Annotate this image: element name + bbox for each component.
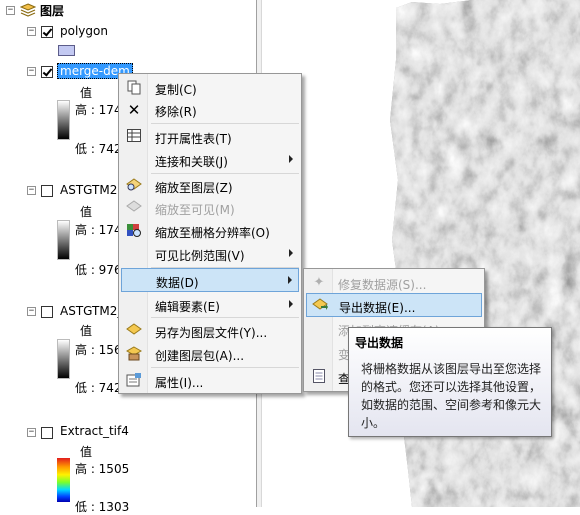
menu-item-remove-label: 移除(R) xyxy=(155,105,197,119)
collapse-astgtm2b-icon[interactable]: − xyxy=(27,307,36,316)
astgtm2-color-ramp xyxy=(57,220,70,260)
astgtm2b-low-label: 低 : 742 xyxy=(75,381,122,395)
submenu-arrow-icon xyxy=(288,276,292,284)
menu-item-visible-scale-range[interactable]: 可见比例范围(V) xyxy=(121,242,299,266)
menu-item-data[interactable]: 数据(D) xyxy=(121,268,299,292)
layer-polygon-name[interactable]: polygon xyxy=(60,24,108,38)
menu-item-zoom-to-visible-label: 缩放至可见(M) xyxy=(155,203,235,217)
menu-item-data-label: 数据(D) xyxy=(156,276,199,290)
menu-item-zoom-to-raster-resolution-label: 缩放至栅格分辨率(O) xyxy=(155,226,270,240)
menu-item-zoom-to-raster-resolution[interactable]: 缩放至栅格分辨率(O) xyxy=(121,219,299,243)
astgtm2b-high-label: 高 : 156 xyxy=(75,343,122,357)
zoom-raster-icon xyxy=(126,223,142,239)
menu-item-zoom-to-layer[interactable]: 缩放至图层(Z) xyxy=(121,174,299,198)
submenu-arrow-icon xyxy=(289,249,293,257)
menu-item-remove[interactable]: ✕ 移除(R) xyxy=(121,98,299,122)
save-layer-icon xyxy=(126,323,142,339)
menu-item-create-layer-package[interactable]: 创建图层包(A)... xyxy=(121,342,299,366)
layer-context-menu: 复制(C) ✕ 移除(R) 打开属性表(T) 连接和关联(J) 缩放至图层(Z)… xyxy=(118,73,302,394)
menu-item-copy[interactable]: 复制(C) xyxy=(121,76,299,100)
layer-polygon-checkbox[interactable] xyxy=(41,26,53,38)
layer-merge-dem-checkbox[interactable] xyxy=(41,66,53,78)
menu-item-zoom-to-layer-label: 缩放至图层(Z) xyxy=(155,181,233,195)
properties-icon xyxy=(126,373,142,389)
submenu-arrow-icon xyxy=(289,155,293,163)
repair-source-icon: ✦ xyxy=(313,275,325,290)
zoom-layer-icon xyxy=(126,178,142,194)
layer-astgtm2b-name[interactable]: ASTGTM2_ xyxy=(60,304,123,318)
layer-astgtm2-name[interactable]: ASTGTM2 xyxy=(60,183,117,197)
menu-item-edit-features[interactable]: 编辑要素(E) xyxy=(121,293,299,317)
toc-root-label: 图层 xyxy=(40,4,65,18)
layers-stack-icon xyxy=(19,3,37,20)
menu-item-save-as-layer-file-label: 另存为图层文件(Y)... xyxy=(155,326,268,340)
merge-dem-high-label: 高 : 174 xyxy=(75,103,122,117)
menu-item-copy-label: 复制(C) xyxy=(155,83,197,97)
export-data-icon xyxy=(312,298,328,314)
collapse-extract-tif4-icon[interactable]: − xyxy=(27,428,36,437)
submenu-item-repair-data-source-label: 修复数据源(S)... xyxy=(338,278,427,292)
submenu-item-export-data-label: 导出数据(E)... xyxy=(339,301,416,315)
menu-item-create-layer-package-label: 创建图层包(A)... xyxy=(155,349,245,363)
menu-separator xyxy=(151,317,299,318)
layer-extract-tif4-checkbox[interactable] xyxy=(41,427,53,439)
menu-item-zoom-to-visible[interactable]: 缩放至可见(M) xyxy=(121,196,299,220)
extract-tif4-legend-title: 值 xyxy=(80,445,93,459)
astgtm2-legend-title: 值 xyxy=(80,205,93,219)
astgtm2-low-label: 低 : 976 xyxy=(75,263,122,277)
copy-icon xyxy=(126,80,142,96)
collapse-astgtm2-icon[interactable]: − xyxy=(27,186,36,195)
table-icon xyxy=(126,129,142,145)
polygon-symbol-swatch[interactable] xyxy=(58,45,75,56)
submenu-arrow-icon xyxy=(289,300,293,308)
menu-item-open-attribute-table[interactable]: 打开属性表(T) xyxy=(121,125,299,149)
menu-item-visible-scale-range-label: 可见比例范围(V) xyxy=(155,249,245,263)
document-icon xyxy=(311,369,327,385)
zoom-visible-icon xyxy=(126,200,142,216)
layer-astgtm2-checkbox[interactable] xyxy=(41,185,53,197)
astgtm2b-legend-title: 值 xyxy=(80,324,93,338)
astgtm2-high-label: 高 : 174 xyxy=(75,223,122,237)
tooltip-body: 将栅格数据从该图层导出至您选择的格式。您还可以选择其他设置，如数据的范围、空间参… xyxy=(361,362,542,430)
collapse-polygon-icon[interactable]: − xyxy=(27,27,36,36)
extract-tif4-high-label: 高 : 1505 xyxy=(75,462,130,476)
collapse-merge-dem-icon[interactable]: − xyxy=(27,67,36,76)
extract-tif4-color-ramp xyxy=(57,458,70,502)
astgtm2b-color-ramp xyxy=(57,339,70,379)
layer-astgtm2b-checkbox[interactable] xyxy=(41,306,53,318)
layer-extract-tif4-name[interactable]: Extract_tif4 xyxy=(60,424,129,438)
menu-item-joins-relates[interactable]: 连接和关联(J) xyxy=(121,148,299,172)
tooltip-title: 导出数据 xyxy=(355,336,404,350)
menu-item-open-attribute-table-label: 打开属性表(T) xyxy=(155,132,232,146)
layer-package-icon xyxy=(125,346,143,362)
menu-item-save-as-layer-file[interactable]: 另存为图层文件(Y)... xyxy=(121,319,299,343)
menu-item-properties[interactable]: 属性(I)... xyxy=(121,369,299,393)
export-data-tooltip: 导出数据 将栅格数据从该图层导出至您选择的格式。您还可以选择其他设置，如数据的范… xyxy=(348,327,552,437)
submenu-item-repair-data-source[interactable]: ✦ 修复数据源(S)... xyxy=(306,271,482,295)
merge-dem-color-ramp xyxy=(57,100,70,140)
remove-icon: ✕ xyxy=(127,101,141,119)
menu-separator xyxy=(151,367,299,368)
merge-dem-low-label: 低 : 742 xyxy=(75,142,122,156)
collapse-root-icon[interactable]: − xyxy=(6,6,15,15)
menu-separator xyxy=(151,123,299,124)
menu-item-edit-features-label: 编辑要素(E) xyxy=(155,300,220,314)
submenu-item-export-data[interactable]: 导出数据(E)... xyxy=(306,293,482,317)
menu-item-properties-label: 属性(I)... xyxy=(155,376,204,390)
menu-item-joins-relates-label: 连接和关联(J) xyxy=(155,155,228,169)
merge-dem-legend-title: 值 xyxy=(80,86,93,100)
